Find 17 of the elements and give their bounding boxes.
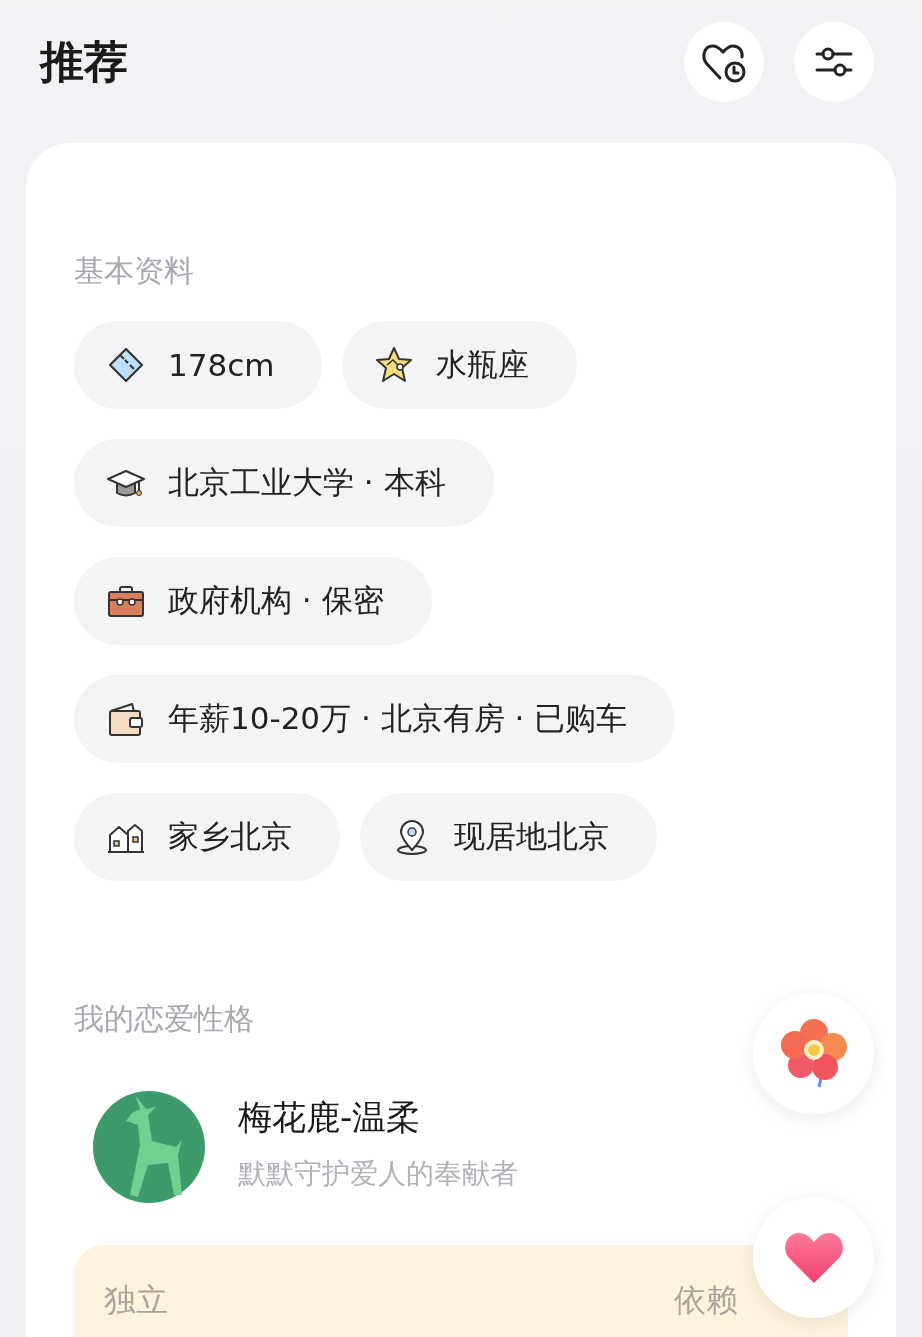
tag-text: 现居地北京 [454, 817, 609, 856]
scale-label: 独立 [104, 1280, 168, 1321]
page-title: 推荐 [40, 34, 128, 89]
ruler-icon [106, 345, 146, 385]
personality-description: 默默守护爱人的奉献者 [238, 1156, 518, 1192]
tag-text: 北京工业大学 · 本科 [168, 463, 446, 502]
tag-text: 年薪10-20万 · 北京有房 · 已购车 [168, 699, 628, 738]
star-icon [374, 345, 415, 385]
scale-label: 依赖 [674, 1280, 738, 1321]
heart-icon [782, 1230, 845, 1285]
section-heading: 基本资料 [74, 252, 195, 290]
tag-text: 水瓶座 [436, 345, 530, 384]
tag-text: 家乡北京 [168, 817, 292, 856]
personality-name: 梅花鹿-温柔 [238, 1096, 422, 1139]
tag-text: 178cm [168, 347, 275, 383]
tag-text: 政府机构 · 保密 [168, 581, 384, 620]
section-heading: 我的恋爱性格 [74, 1000, 255, 1038]
